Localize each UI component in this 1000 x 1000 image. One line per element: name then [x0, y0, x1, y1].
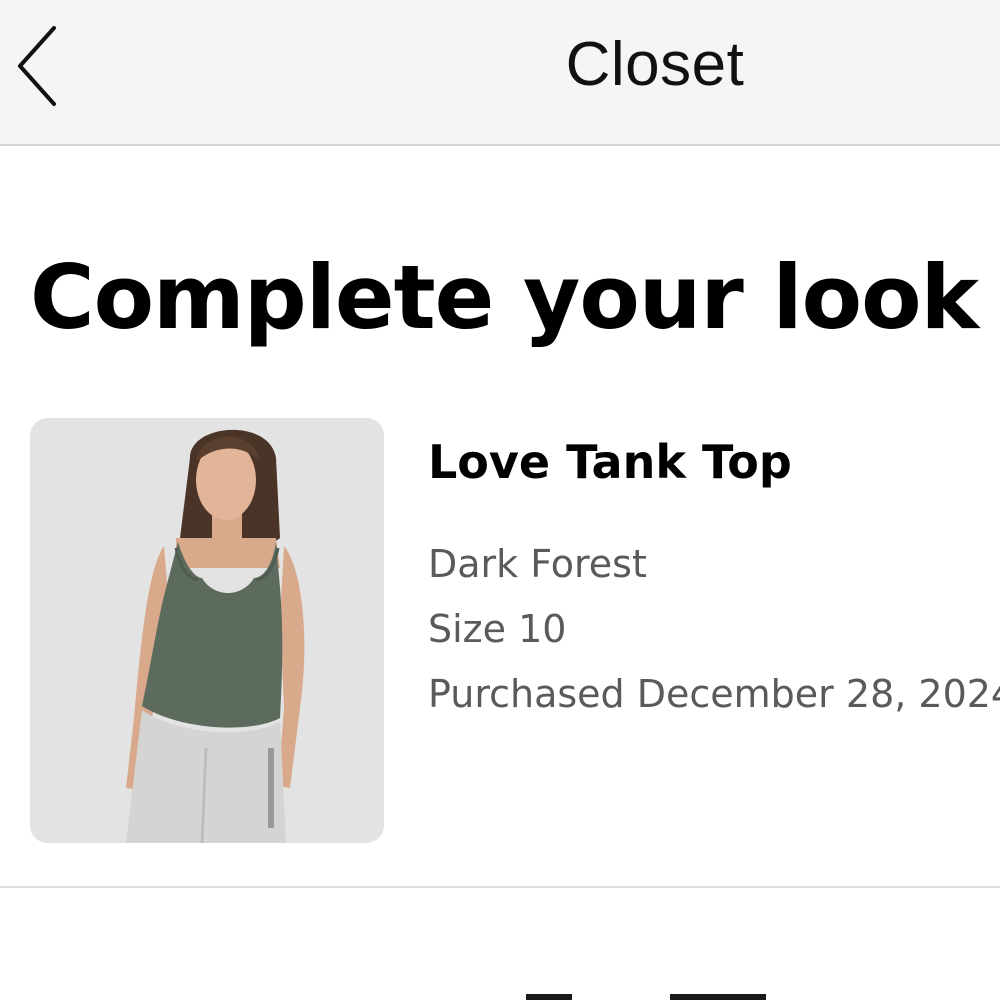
- nav-title: Closet: [565, 30, 745, 99]
- product-name[interactable]: Love Tank Top: [428, 434, 792, 490]
- closet-screen: Closet Complete your look Love Tank Top …: [0, 0, 1000, 1000]
- top-navigation-bar: Closet: [0, 0, 1000, 146]
- product-photo: [30, 418, 384, 843]
- back-button[interactable]: [8, 24, 68, 108]
- chevron-left-icon: [18, 26, 56, 106]
- product-color: Dark Forest: [428, 542, 647, 586]
- section-divider: [0, 886, 1000, 888]
- product-image[interactable]: [30, 418, 384, 843]
- product-purchase-date: Purchased December 28, 2024: [428, 672, 1000, 716]
- section-heading: Complete your look: [30, 246, 979, 349]
- product-size: Size 10: [428, 607, 567, 651]
- next-section-text-peek: [520, 994, 770, 1000]
- product-card[interactable]: Love Tank Top Dark Forest Size 10 Purcha…: [0, 418, 1000, 888]
